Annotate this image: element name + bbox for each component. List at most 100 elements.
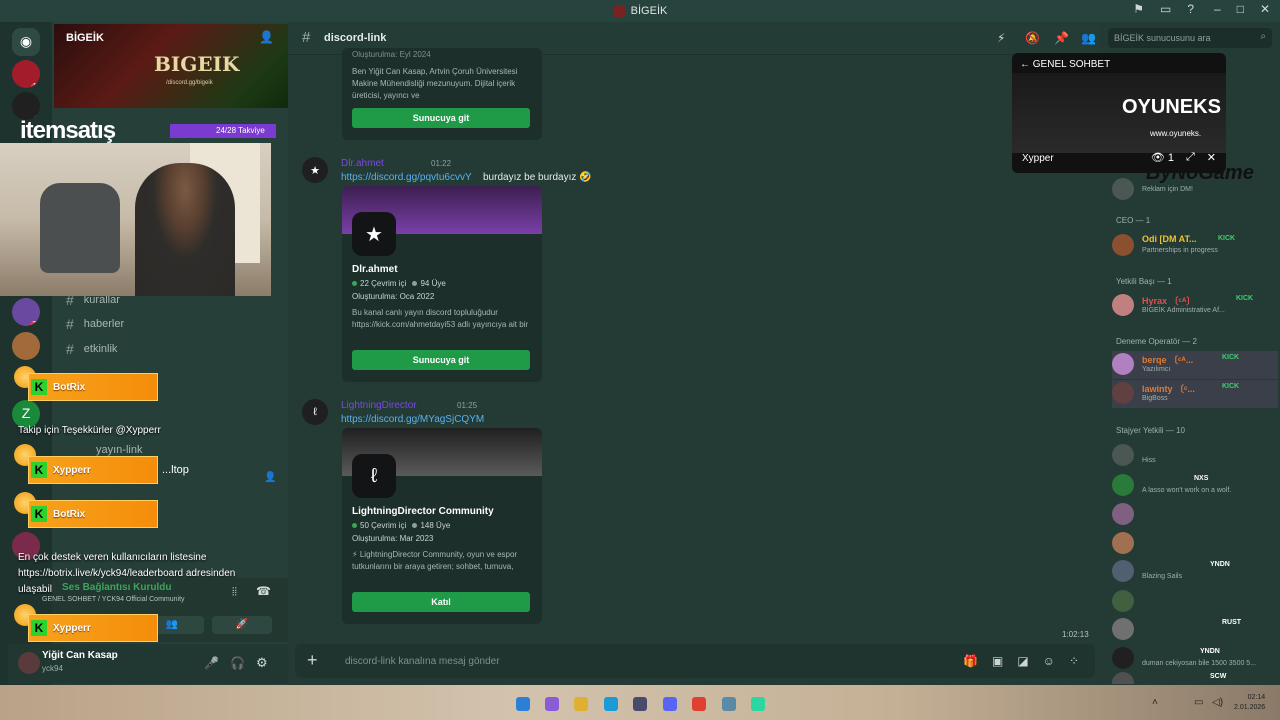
channel-item[interactable]: # etkinlik	[66, 341, 117, 357]
avatar[interactable]	[18, 652, 40, 674]
join-server-button[interactable]: Sunucuya git	[352, 350, 530, 370]
inbox-icon[interactable]: ⚑	[1133, 2, 1144, 16]
join-server-button[interactable]: Sunucuya git	[352, 108, 530, 128]
member-item[interactable]: lawinty 〔ᶜ... KICK BigBoss	[1112, 380, 1278, 408]
apps-icon[interactable]: ⁘	[1069, 654, 1079, 668]
avatar	[1112, 234, 1134, 256]
server-icon[interactable]: 11	[12, 60, 40, 88]
emoji-icon[interactable]: ☺	[1043, 654, 1055, 668]
message-author[interactable]: Dlr.ahmet	[341, 158, 384, 169]
sticker-icon[interactable]: ◪	[1017, 654, 1028, 668]
gear-icon[interactable]: ⚙	[256, 655, 268, 671]
avatar	[1112, 294, 1134, 316]
user-name[interactable]: Yiğit Can Kasap	[42, 650, 118, 661]
card-title: LightningDirector Community	[352, 506, 494, 517]
app-icon[interactable]	[751, 697, 765, 711]
invite-link[interactable]: https://discord.gg/MYagSjCQYM	[341, 414, 484, 425]
member-item[interactable]: SCW	[1112, 670, 1278, 684]
server-icon[interactable]: 20	[12, 298, 40, 326]
edge-icon[interactable]	[604, 697, 618, 711]
member-tag: KICK	[1236, 295, 1254, 302]
message-composer[interactable]: + discord-link kanalına mesaj gönder 🎁 ▣…	[295, 644, 1095, 678]
window-title: BİGEİK	[612, 5, 667, 17]
tray-chevron-icon[interactable]: ˄	[1152, 697, 1158, 708]
volume-icon[interactable]: ◁)	[1212, 697, 1223, 708]
join-button[interactable]: Katıl	[352, 592, 530, 612]
server-icon[interactable]: 2	[12, 332, 40, 360]
activity-button[interactable]: 🚀	[212, 616, 272, 634]
card-created: Oluşturulma: Mar 2023	[352, 534, 434, 543]
threads-icon[interactable]: ⚡	[997, 31, 1005, 45]
avatar[interactable]: ★	[302, 157, 328, 183]
avatar	[1112, 618, 1134, 640]
mute-icon[interactable]: 🔕	[1025, 31, 1040, 45]
member-item[interactable]	[1112, 530, 1278, 558]
store-icon[interactable]	[633, 697, 647, 711]
noise-icon[interactable]: ⦙⦙	[232, 586, 237, 599]
server-icon[interactable]: 1	[12, 92, 40, 120]
member-name: Hyrax 〔ᶜᴬ〕	[1142, 296, 1196, 306]
network-icon[interactable]: ▭	[1194, 697, 1203, 708]
gift-icon[interactable]: 🎁	[963, 654, 978, 668]
copilot-icon[interactable]	[545, 697, 559, 711]
gif-icon[interactable]: ▣	[992, 654, 1003, 668]
member-item[interactable]: berqe 〔ᶜᴬ... KICK Yazılımcı	[1112, 351, 1278, 379]
member-status: Reklam için DM!	[1142, 186, 1193, 193]
channel-label: yayın-link	[96, 444, 143, 456]
explorer-icon[interactable]	[574, 697, 588, 711]
start-icon[interactable]	[516, 697, 530, 711]
system-clock[interactable]: 02:14 2.01.2026	[1234, 693, 1265, 713]
banner-logo: BIGEIK	[154, 52, 240, 76]
server-banner[interactable]: BİGEİK BIGEIK /discord.gg/bigeik 👤	[54, 24, 288, 108]
member-status: duman cekiyosan bile 1500 3500 5...	[1142, 660, 1257, 667]
channel-item[interactable]: ...ltop	[162, 464, 189, 476]
voice-location[interactable]: GENEL SOHBET / YCK94 Official Community	[42, 596, 185, 603]
avatar	[1112, 672, 1134, 684]
add-attachment-icon[interactable]: +	[307, 650, 318, 671]
card-created: Oluşturulma: Eyl 2024	[352, 50, 431, 59]
member-item[interactable]: YNDN Blazing Sails	[1112, 558, 1278, 586]
help-icon[interactable]: ?	[1187, 2, 1194, 16]
screen-icon[interactable]: ▭	[1160, 2, 1171, 16]
close-button[interactable]: ✕	[1260, 2, 1270, 16]
member-item[interactable]: RUST	[1112, 616, 1278, 644]
server-icon[interactable]: Z	[12, 400, 40, 428]
card-desc: Bu kanal canlı yayın discord topluluğudu…	[352, 308, 529, 329]
search-input[interactable]: BİGEİK sunucusunu ara ⌕	[1108, 28, 1272, 48]
pin-icon[interactable]: 📌	[1054, 31, 1069, 45]
alert-user: BotRix	[53, 508, 86, 520]
message-author[interactable]: LightningDirector	[341, 400, 417, 411]
member-item[interactable]	[1112, 501, 1278, 529]
follow-alert: K Xypperr	[28, 456, 158, 484]
mic-icon[interactable]: 🎤	[204, 656, 219, 670]
invite-link[interactable]: https://discord.gg/pqvtu6cvvY	[341, 172, 472, 183]
popup-title[interactable]: ← GENEL SOHBET	[1020, 59, 1110, 70]
voice-status[interactable]: Ses Bağlantısı Kuruldu	[62, 582, 171, 593]
card-online: 22 Çevrim içi	[360, 279, 407, 288]
members-icon[interactable]: 👥	[1081, 31, 1096, 45]
invite-card: Oluşturulma: Eyl 2024 Ben Yiğit Can Kasa…	[342, 48, 542, 140]
channel-item[interactable]: # haberler	[66, 316, 124, 332]
chrome-icon[interactable]	[692, 697, 706, 711]
member-item[interactable]: YNDN duman cekiyosan bile 1500 3500 5...	[1112, 645, 1278, 673]
member-item[interactable]: Hyrax 〔ᶜᴬ〕 KICK BİGEİK Administrative Af…	[1112, 292, 1278, 320]
channel-item[interactable]: yayın-link	[96, 444, 142, 456]
boost-badge[interactable]: 24/28 Takviye	[170, 124, 276, 138]
overlay-chat-line: Takip için Teşekkürler @Xypperr	[18, 425, 161, 436]
maximize-button[interactable]: □	[1237, 2, 1244, 16]
member-item[interactable]: NXS A lasso won't work on a wolf.	[1112, 472, 1278, 500]
member-item[interactable]	[1112, 588, 1278, 616]
disconnect-icon[interactable]: ☎	[256, 584, 271, 598]
minimize-button[interactable]: –	[1214, 2, 1221, 16]
invite-icon[interactable]: 👤	[264, 472, 276, 483]
member-item[interactable]: Odi [DM AT... KICK Partnerships in progr…	[1112, 232, 1278, 260]
discord-icon[interactable]	[663, 697, 677, 711]
headphones-icon[interactable]: 🎧	[230, 656, 245, 670]
add-member-icon[interactable]: 👤	[259, 30, 274, 44]
avatar[interactable]: ℓ	[302, 399, 328, 425]
server-name[interactable]: BİGEİK	[66, 32, 104, 44]
app-icon[interactable]	[722, 697, 736, 711]
member-group-header: CEO — 1	[1116, 216, 1151, 225]
discord-home-icon[interactable]: ◉	[12, 28, 40, 56]
member-item[interactable]: Hiss	[1112, 442, 1278, 470]
